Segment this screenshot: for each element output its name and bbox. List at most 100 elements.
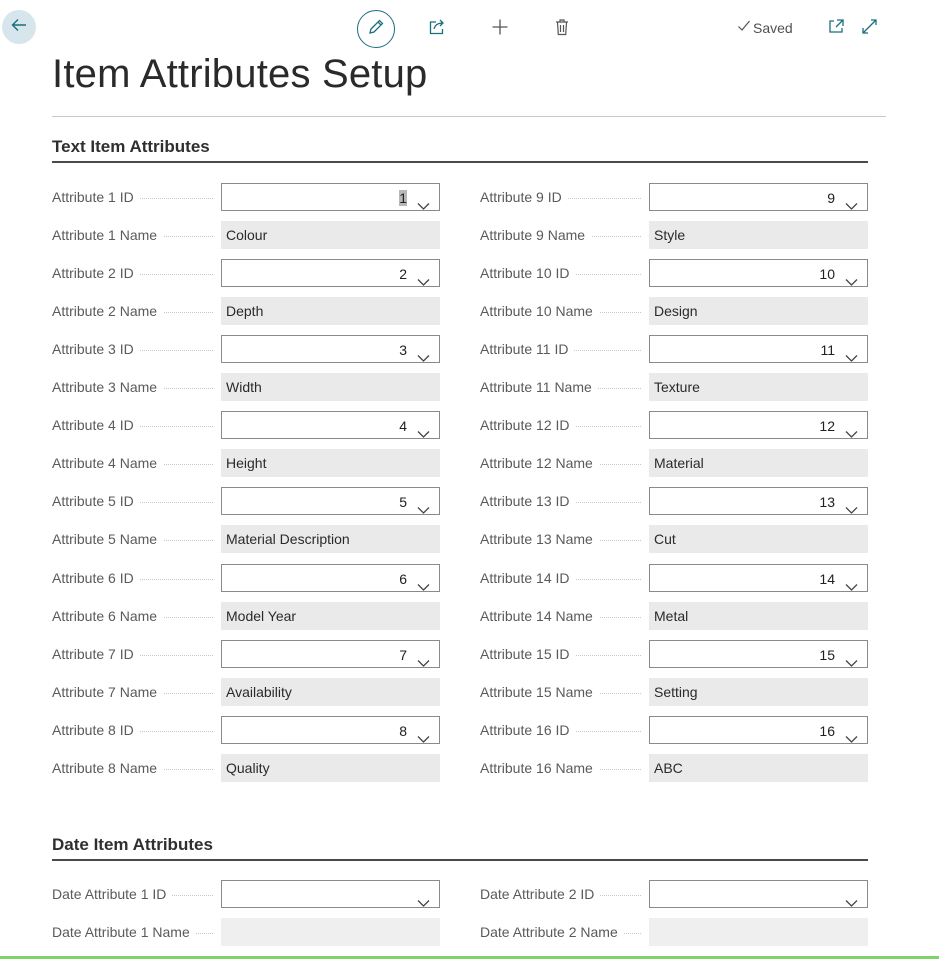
date-attributes-divider [52,859,868,861]
chevron-down-icon [845,420,858,448]
attribute-id-dropdown[interactable]: 6 [221,563,440,592]
back-button[interactable] [2,10,36,44]
form-row: Attribute 5 Name Material Description [52,525,440,554]
field-label-text: Attribute 8 ID [52,721,140,738]
attribute-id-dropdown[interactable]: 9 [649,183,868,211]
attribute-id-dropdown[interactable]: 8 [221,715,440,744]
form-row: Attribute 15 ID 15 [480,639,868,668]
field-label-text: Attribute 7 Name [52,683,164,700]
attribute-id-dropdown[interactable]: 11 [649,335,868,364]
field-label: Attribute 16 Name [480,754,645,782]
field-label: Attribute 9 Name [480,221,645,249]
new-button[interactable] [481,10,519,48]
field-label: Attribute 2 Name [52,297,217,325]
field-label-text: Attribute 5 ID [52,493,140,510]
attribute-id-dropdown[interactable]: 5 [221,487,440,516]
form-row: Date Attribute 2 ID [480,880,868,908]
form-row: Attribute 12 Name Material [480,449,868,478]
attribute-id-dropdown[interactable]: 1 [221,183,440,211]
form-row: Attribute 14 Name Metal [480,601,868,630]
form-row: Attribute 6 Name Model Year [52,601,440,630]
form-row: Attribute 7 ID 7 [52,639,440,668]
field-label: Date Attribute 2 ID [480,880,645,908]
attribute-id-dropdown[interactable]: 12 [649,411,868,440]
attribute-name-field: Model Year [221,601,440,630]
form-row: Attribute 16 Name ABC [480,753,868,782]
attribute-id-dropdown[interactable]: 16 [649,715,868,744]
dropdown-value: 2 [399,266,407,283]
checkmark-icon [737,19,751,36]
expand-button[interactable] [851,10,887,48]
field-label-text: Date Attribute 2 Name [480,924,624,940]
trash-icon [554,18,570,41]
date-attributes-heading[interactable]: Date Item Attributes [52,835,213,855]
attribute-name-field: Texture [649,373,868,402]
dropdown-value: 11 [820,342,835,359]
attribute-id-dropdown[interactable]: 7 [221,639,440,668]
form-row: Attribute 9 Name Style [480,221,868,250]
attribute-id-dropdown[interactable]: 3 [221,335,440,364]
field-label-text: Date Attribute 1 ID [52,886,173,902]
dropdown-value: 4 [399,418,407,435]
chevron-down-icon [845,573,858,601]
field-label: Attribute 8 ID [52,716,217,744]
field-label-text: Attribute 1 Name [52,227,164,244]
field-label: Attribute 8 Name [52,754,217,782]
field-label-text: Attribute 14 ID [480,569,576,586]
attribute-id-dropdown[interactable] [649,880,868,908]
field-label: Attribute 1 ID [52,183,217,211]
attribute-id-dropdown[interactable]: 10 [649,259,868,288]
attribute-name-field: Depth [221,297,440,326]
share-button[interactable] [418,10,456,48]
field-label: Attribute 11 ID [480,335,645,363]
form-row: Attribute 1 ID 1 [52,183,440,211]
attribute-id-dropdown[interactable]: 13 [649,487,868,516]
field-label: Attribute 3 Name [52,373,217,401]
field-label-text: Attribute 7 ID [52,645,140,662]
dropdown-value: 3 [399,342,407,359]
field-label: Date Attribute 1 Name [52,918,217,946]
title-divider [52,116,886,117]
field-label-text: Attribute 9 ID [480,189,568,205]
chevron-down-icon [845,889,858,917]
delete-button[interactable] [543,10,581,48]
attribute-name-field [221,918,440,946]
form-row: Attribute 3 Name Width [52,373,440,402]
attribute-id-dropdown[interactable]: 4 [221,411,440,440]
dropdown-value: 13 [819,494,835,511]
attribute-id-dropdown[interactable]: 2 [221,259,440,288]
field-label-text: Attribute 14 Name [480,607,599,624]
field-label: Attribute 4 Name [52,449,217,477]
chevron-down-icon [417,573,430,601]
attribute-name-field [649,918,868,946]
form-row: Date Attribute 2 Name [480,918,868,946]
field-label: Attribute 15 ID [480,640,645,668]
field-label-text: Attribute 13 ID [480,493,576,510]
form-row: Attribute 11 ID 11 [480,335,868,364]
chevron-down-icon [845,344,858,372]
saved-status: Saved [737,19,793,36]
chevron-down-icon [845,268,858,296]
arrow-left-icon [10,16,28,39]
field-label-text: Attribute 10 Name [480,303,599,320]
field-label: Attribute 12 Name [480,449,645,477]
attribute-id-dropdown[interactable] [221,880,440,908]
field-label-text: Attribute 11 ID [480,341,575,358]
attribute-name-field: Design [649,297,868,326]
text-attributes-heading[interactable]: Text Item Attributes [52,137,210,157]
form-row: Attribute 4 ID 4 [52,411,440,440]
attribute-name-field: Metal [649,601,868,630]
attribute-id-dropdown[interactable]: 14 [649,563,868,592]
dropdown-value: 8 [399,722,407,739]
open-in-new-window-button[interactable] [818,10,854,48]
field-label-text: Attribute 10 ID [480,265,576,282]
field-label-text: Attribute 15 ID [480,645,576,662]
attribute-name-field: Cut [649,525,868,554]
edit-button[interactable] [357,10,395,48]
attribute-id-dropdown[interactable]: 15 [649,639,868,668]
field-label: Attribute 6 Name [52,602,217,630]
attribute-name-field: Material [649,449,868,478]
field-label-text: Attribute 1 ID [52,189,140,205]
form-row: Attribute 2 Name Depth [52,297,440,326]
field-label: Attribute 4 ID [52,411,217,439]
